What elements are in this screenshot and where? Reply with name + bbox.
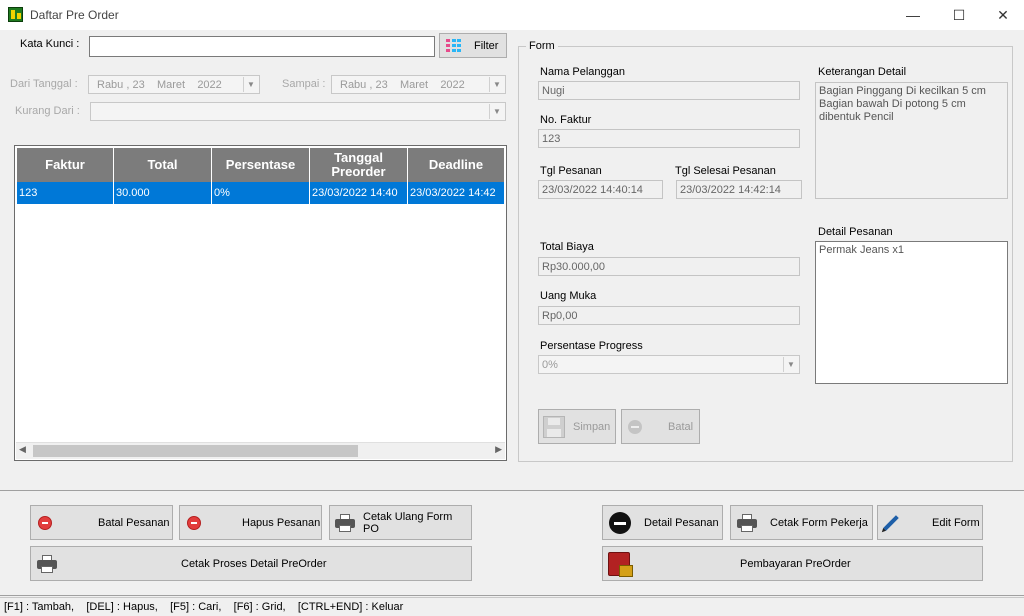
from-month: Maret (156, 79, 186, 91)
batal-pesanan-button[interactable]: Batal Pesanan (30, 505, 173, 540)
to-year: 2022 (440, 79, 465, 91)
from-date-label: Dari Tanggal : (10, 78, 78, 90)
filter-button[interactable]: Filter (439, 33, 507, 58)
edit-form-button[interactable]: Edit Form (877, 505, 983, 540)
no-faktur-field[interactable]: 123 (538, 129, 800, 148)
save-icon (543, 416, 565, 438)
shopping-bag-icon (608, 552, 633, 577)
no-faktur-label: No. Faktur (540, 114, 592, 126)
preorder-grid[interactable]: Faktur Total Persentase Tanggal Preorder… (14, 145, 507, 461)
chevron-down-icon[interactable]: ▼ (489, 104, 504, 119)
pembayaran-button[interactable]: Pembayaran PreOrder (602, 546, 983, 581)
cell-deadline[interactable]: 23/03/2022 14:42 (408, 182, 505, 204)
simpan-button[interactable]: Simpan (538, 409, 616, 444)
cancel-icon (628, 420, 642, 434)
column-header-tanggal-text: Tanggal Preorder (331, 150, 386, 179)
progress-select[interactable]: 0% ▼ (538, 355, 800, 374)
nama-pelanggan-label: Nama Pelanggan (540, 66, 626, 78)
batal-label: Batal (668, 420, 694, 433)
from-date: 23 (132, 79, 145, 91)
less-than-label: Kurang Dari : (15, 105, 80, 117)
cetak-proses-label: Cetak Proses Detail PreOrder (181, 557, 327, 570)
printer-icon (737, 514, 757, 532)
hapus-pesanan-label: Hapus Pesanan (242, 516, 321, 529)
total-biaya-field[interactable]: Rp30.000,00 (538, 257, 800, 276)
pembayaran-label: Pembayaran PreOrder (740, 557, 851, 570)
scroll-right-icon[interactable]: ▶ (495, 444, 502, 455)
search-label: Kata Kunci : (20, 38, 80, 50)
detail-pesanan-label: Detail Pesanan (818, 226, 893, 238)
printer-icon (37, 555, 57, 573)
keterangan-memo[interactable]: Bagian Pinggang Di kecilkan 5 cm Bagian … (815, 82, 1008, 199)
column-header-faktur[interactable]: Faktur (17, 148, 114, 182)
cell-persentase[interactable]: 0% (212, 182, 310, 204)
hapus-pesanan-button[interactable]: Hapus Pesanan (179, 505, 322, 540)
chevron-down-icon[interactable]: ▼ (243, 77, 258, 92)
to-date: 23 (375, 79, 388, 91)
batal-pesanan-label: Batal Pesanan (98, 516, 170, 529)
filter-icon (446, 39, 462, 53)
cell-tanggal[interactable]: 23/03/2022 14:40 (310, 182, 408, 204)
to-date-label: Sampai : (282, 78, 326, 90)
tgl-pesanan-label: Tgl Pesanan (540, 165, 602, 177)
keterangan-label: Keterangan Detail (818, 66, 907, 78)
less-than-select[interactable]: ▼ (90, 102, 506, 121)
nama-pelanggan-field[interactable]: Nugi (538, 81, 800, 100)
cell-total[interactable]: 30.000 (114, 182, 212, 204)
detail-pesanan-button[interactable]: Detail Pesanan (602, 505, 723, 540)
title-bar: Daftar Pre Order — ☐ ✕ (0, 0, 1024, 30)
printer-icon (335, 514, 355, 532)
column-header-total[interactable]: Total (114, 148, 212, 182)
minimize-button[interactable]: — (890, 0, 936, 30)
form-legend: Form (526, 40, 558, 52)
uang-muka-label: Uang Muka (540, 290, 597, 302)
scrollbar-thumb[interactable] (33, 445, 358, 457)
from-year: 2022 (197, 79, 222, 91)
app-icon (8, 7, 23, 22)
maximize-button[interactable]: ☐ (936, 0, 982, 30)
cetak-form-pekerja-button[interactable]: Cetak Form Pekerja (730, 505, 873, 540)
edit-form-label: Edit Form (932, 516, 980, 529)
minus-circle-icon (609, 512, 631, 534)
shortcut-hints: [F1] : Tambah, [DEL] : Hapus, [F5] : Car… (4, 601, 404, 613)
status-bar: [F1] : Tambah, [DEL] : Hapus, [F5] : Car… (0, 597, 1024, 616)
cell-faktur[interactable]: 123 (17, 182, 114, 204)
column-header-tanggal[interactable]: Tanggal Preorder (310, 148, 408, 182)
cetak-form-pekerja-label: Cetak Form Pekerja (770, 516, 868, 529)
to-date-picker[interactable]: Rabu , 23 Maret 2022 ▼ (331, 75, 506, 94)
from-date-picker[interactable]: Rabu , 23 Maret 2022 ▼ (88, 75, 260, 94)
cetak-ulang-button[interactable]: Cetak Ulang Form PO (329, 505, 472, 540)
tgl-selesai-field[interactable]: 23/03/2022 14:42:14 (676, 180, 802, 199)
horizontal-scrollbar[interactable]: ◀ ▶ (16, 442, 505, 459)
total-biaya-label: Total Biaya (540, 241, 594, 253)
window-title: Daftar Pre Order (30, 8, 119, 22)
uang-muka-field[interactable]: Rp0,00 (538, 306, 800, 325)
batal-button[interactable]: Batal (621, 409, 700, 444)
scroll-left-icon[interactable]: ◀ (19, 444, 26, 455)
minus-circle-icon (187, 516, 201, 530)
chevron-down-icon[interactable]: ▼ (783, 357, 798, 372)
column-header-deadline[interactable]: Deadline (408, 148, 505, 182)
search-input[interactable] (89, 36, 435, 57)
progress-label: Persentase Progress (540, 340, 643, 352)
close-button[interactable]: ✕ (980, 0, 1024, 30)
cetak-proses-button[interactable]: Cetak Proses Detail PreOrder (30, 546, 472, 581)
tgl-selesai-label: Tgl Selesai Pesanan (675, 165, 776, 177)
chevron-down-icon[interactable]: ▼ (489, 77, 504, 92)
pencil-icon (883, 515, 899, 531)
progress-value: 0% (542, 359, 558, 371)
filter-label: Filter (474, 39, 499, 52)
detail-pesanan-memo[interactable]: Permak Jeans x1 (815, 241, 1008, 384)
column-header-persentase[interactable]: Persentase (212, 148, 310, 182)
detail-pesanan-btn-label: Detail Pesanan (644, 516, 719, 529)
simpan-label: Simpan (573, 420, 611, 433)
cetak-ulang-label: Cetak Ulang Form PO (363, 510, 453, 535)
from-day: Rabu (97, 79, 124, 91)
minus-circle-icon (38, 516, 52, 530)
to-day: Rabu (340, 79, 367, 91)
tgl-pesanan-field[interactable]: 23/03/2022 14:40:14 (538, 180, 663, 199)
to-month: Maret (399, 79, 429, 91)
